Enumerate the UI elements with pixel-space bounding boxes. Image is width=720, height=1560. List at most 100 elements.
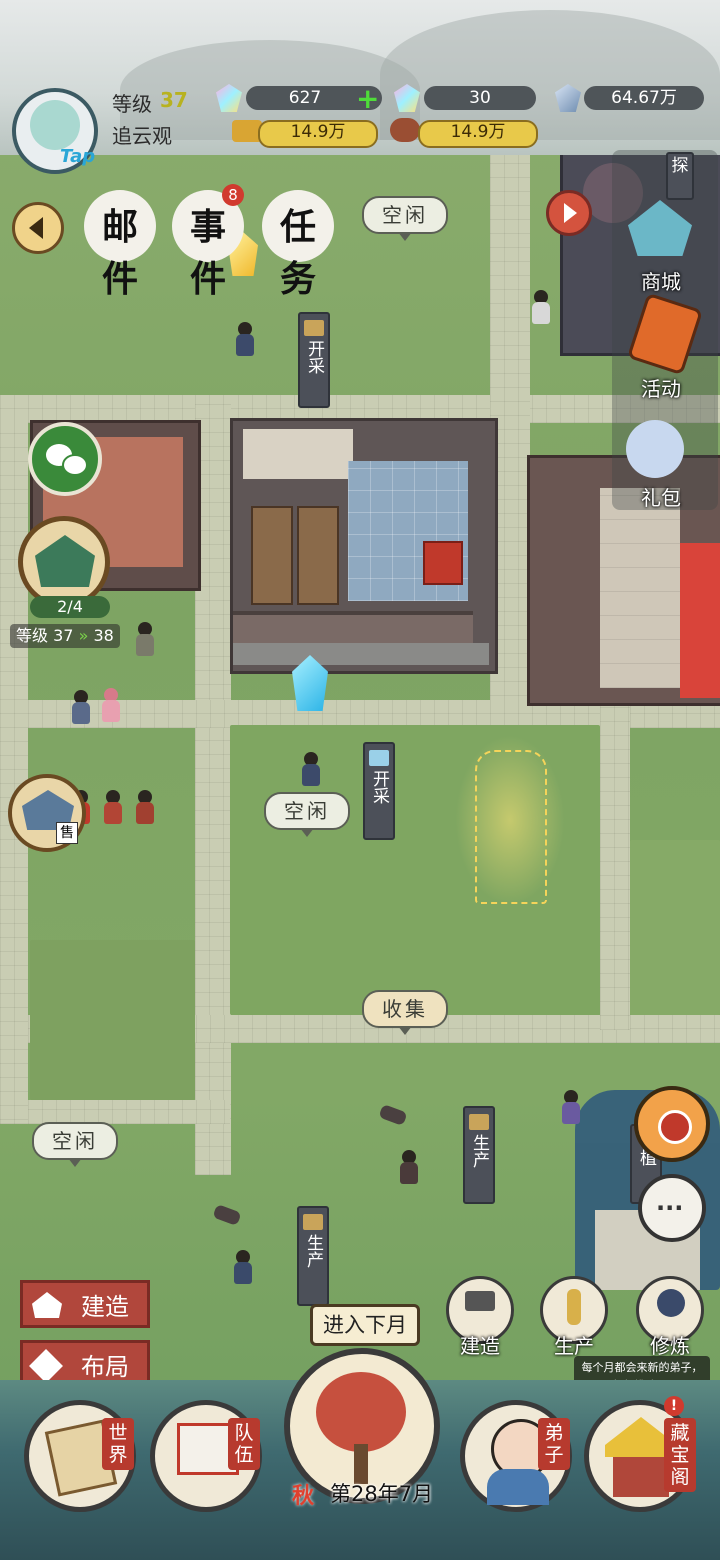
sect-name: 追云观 bbox=[112, 124, 172, 148]
level-value: 37 bbox=[160, 88, 188, 112]
red-carpet bbox=[423, 541, 463, 585]
player-avatar[interactable]: Tap bbox=[12, 88, 98, 174]
stone-base bbox=[233, 643, 489, 665]
hall-progress: 2/4 bbox=[30, 596, 110, 618]
disciples-label: 弟子 bbox=[538, 1418, 570, 1470]
produce-circle-label: 生产 bbox=[554, 1334, 594, 1358]
spirit-stone-alt-value: 30 bbox=[469, 88, 491, 108]
cultivate-circle-label: 修炼 bbox=[650, 1334, 690, 1358]
mine-tag[interactable]: 开采 bbox=[363, 742, 395, 840]
disciple[interactable] bbox=[102, 790, 124, 824]
sect-hall-button[interactable] bbox=[18, 516, 110, 608]
event-button[interactable]: 事件 8 bbox=[172, 184, 244, 300]
notification-badge: 8 bbox=[222, 184, 244, 206]
avatar-portrait bbox=[30, 100, 80, 150]
mine-tag[interactable]: 开采 bbox=[298, 312, 330, 408]
alert-badge: ! bbox=[664, 1396, 684, 1416]
shop-label[interactable]: 商城 bbox=[626, 266, 696, 295]
construction-outline bbox=[475, 750, 547, 904]
cultivator-icon bbox=[657, 1289, 685, 1317]
expand-button[interactable] bbox=[546, 190, 592, 236]
stone-path bbox=[0, 420, 28, 1120]
disciple[interactable] bbox=[560, 1090, 582, 1124]
idle-bubble[interactable]: 空闲 bbox=[32, 1122, 118, 1167]
date-label: 第28年7月 bbox=[330, 1482, 434, 1506]
wechat-button[interactable] bbox=[28, 422, 102, 496]
spirit-stone-value: 627 bbox=[288, 88, 322, 108]
collapse-menu-button[interactable] bbox=[12, 202, 64, 254]
level-up-hint: 等级 37 » 38 bbox=[10, 624, 120, 648]
idle-bubble[interactable]: 空闲 bbox=[264, 792, 350, 837]
world-label: 世界 bbox=[102, 1418, 134, 1470]
stone-path bbox=[600, 700, 630, 1030]
disciple[interactable] bbox=[398, 1150, 420, 1184]
crystal-value: 64.67万 bbox=[611, 88, 677, 108]
wood-value: 14.9万 bbox=[450, 122, 506, 142]
spirit-stone-alt-counter[interactable]: 30 bbox=[424, 86, 536, 110]
task-label: 任务 bbox=[279, 206, 316, 300]
mail-label: 邮件 bbox=[101, 206, 138, 300]
bookshelf bbox=[251, 506, 293, 605]
hall-floor bbox=[600, 488, 680, 688]
arrow-left-icon bbox=[29, 217, 43, 239]
tag-label: 探 bbox=[671, 156, 689, 176]
idle-bubble[interactable]: 空闲 bbox=[362, 196, 448, 241]
disciple[interactable] bbox=[300, 752, 322, 786]
treasury-label: 藏宝阁 bbox=[664, 1418, 696, 1492]
disciple-robe bbox=[487, 1469, 549, 1505]
task-button[interactable]: 任务 bbox=[262, 190, 334, 300]
tag-label: 开采 bbox=[304, 340, 324, 374]
pagoda-body-icon bbox=[613, 1457, 669, 1497]
ellipsis-icon: ··· bbox=[656, 1194, 684, 1222]
wheat-icon bbox=[567, 1289, 581, 1325]
crystal-counter[interactable]: 64.67万 bbox=[584, 86, 704, 110]
lawn bbox=[630, 840, 720, 1015]
event-label: 事件 bbox=[189, 206, 226, 300]
library-building[interactable] bbox=[230, 418, 498, 674]
chat-button[interactable]: ··· bbox=[638, 1174, 706, 1242]
gold-counter[interactable]: 14.9万 bbox=[258, 120, 378, 148]
disciple[interactable] bbox=[134, 622, 156, 656]
disciple[interactable] bbox=[134, 790, 156, 824]
produce-tag[interactable]: 生产 bbox=[463, 1106, 495, 1204]
explore-tag[interactable]: 探 bbox=[666, 152, 694, 200]
build-circle-label: 建造 bbox=[460, 1334, 500, 1358]
wood-counter[interactable]: 14.9万 bbox=[418, 120, 538, 148]
add-icon[interactable]: + bbox=[356, 82, 379, 115]
stone-path bbox=[0, 1100, 230, 1124]
disciple[interactable] bbox=[232, 1250, 254, 1284]
red-carpet bbox=[680, 543, 720, 698]
building-interior bbox=[243, 429, 353, 479]
gold-value: 14.9万 bbox=[290, 122, 346, 142]
sell-badge: 售 bbox=[56, 822, 78, 844]
disciple[interactable] bbox=[100, 688, 122, 722]
disciple[interactable] bbox=[70, 690, 92, 724]
arrow-right-icon bbox=[564, 203, 577, 223]
bookshelf bbox=[297, 506, 339, 605]
wood-icon bbox=[303, 1214, 323, 1230]
gift-label[interactable]: 礼包 bbox=[626, 482, 696, 511]
team-label: 队伍 bbox=[228, 1418, 260, 1470]
tag-label: 生产 bbox=[469, 1134, 489, 1168]
autumn-tree-icon bbox=[316, 1372, 406, 1452]
skill-button[interactable] bbox=[634, 1086, 710, 1162]
level-up-label: 等级 bbox=[16, 626, 49, 645]
disciple[interactable] bbox=[530, 290, 552, 324]
mail-button[interactable]: 邮件 bbox=[84, 190, 156, 300]
disciple[interactable] bbox=[234, 322, 256, 356]
lawn bbox=[30, 940, 195, 1100]
wood-icon bbox=[469, 1114, 489, 1130]
produce-tag[interactable]: 生产 bbox=[297, 1206, 329, 1306]
level-from: 37 bbox=[53, 626, 74, 645]
gift-icon[interactable] bbox=[626, 420, 684, 478]
market-button[interactable]: 售 bbox=[8, 774, 86, 852]
crystal-icon bbox=[369, 750, 389, 766]
orb-icon bbox=[658, 1110, 692, 1144]
hammer-icon bbox=[465, 1291, 495, 1311]
tag-label: 生产 bbox=[303, 1234, 323, 1268]
next-month-button[interactable]: 进入下月 bbox=[310, 1304, 420, 1346]
tag-label: 开采 bbox=[369, 770, 389, 804]
collect-bubble[interactable]: 收集 bbox=[362, 990, 448, 1035]
activity-label[interactable]: 活动 bbox=[626, 373, 696, 402]
season-label: 秋 bbox=[292, 1484, 315, 1509]
